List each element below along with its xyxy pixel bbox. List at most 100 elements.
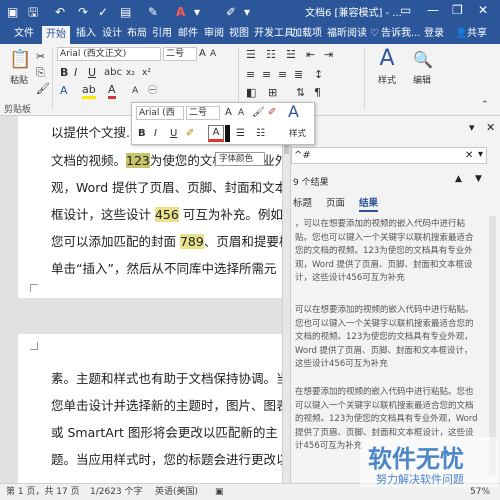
mini-styles-button[interactable]: 样式 <box>289 127 306 141</box>
mini-font-color-dropdown[interactable] <box>225 125 230 142</box>
prev-result-icon[interactable]: ▲ <box>455 174 462 184</box>
increase-indent-icon[interactable]: ⇥ <box>324 48 333 62</box>
tab-home[interactable]: 开始 <box>42 26 70 44</box>
customize-qa-icon[interactable]: ▾ <box>244 3 250 21</box>
styles-icon[interactable]: A <box>376 46 398 72</box>
mini-format-painter-icon[interactable]: 🖌 <box>252 106 265 120</box>
numbering-icon[interactable]: ☷ <box>266 48 276 62</box>
tab-headings[interactable]: 标题 <box>293 195 312 209</box>
italic-button[interactable]: I <box>74 66 77 80</box>
tab-review[interactable]: 审阅 <box>204 27 224 41</box>
tab-view[interactable]: 视图 <box>229 27 249 41</box>
font-color-button[interactable]: A <box>108 84 116 99</box>
tell-me-input[interactable]: 告诉我... <box>381 27 421 41</box>
close-icon[interactable]: ✕ <box>478 3 488 17</box>
document-icon[interactable]: ▤ <box>120 3 131 21</box>
strikethrough-button[interactable]: abc <box>104 66 122 80</box>
tab-addins[interactable]: 加载项 <box>292 27 322 41</box>
mini-bullets-icon[interactable]: ☰ <box>236 127 245 141</box>
restore-icon[interactable]: ❐ <box>452 3 463 17</box>
styles-button[interactable]: 样式 <box>374 74 400 88</box>
enclose-char-icon[interactable]: ㊀ <box>148 84 157 98</box>
shrink-font-icon[interactable]: A <box>210 47 216 61</box>
word-count[interactable]: 1/2623 个字 <box>90 484 143 500</box>
edit-button[interactable]: 编辑 <box>409 74 435 88</box>
highlight-icon[interactable]: ✐ <box>226 3 236 21</box>
next-result-icon[interactable]: ▼ <box>475 174 482 184</box>
mini-grow-font-icon[interactable]: A <box>225 106 232 120</box>
collapse-ribbon-icon[interactable]: ⌃ <box>481 98 489 112</box>
tab-references[interactable]: 引用 <box>152 27 172 41</box>
decrease-indent-icon[interactable]: ⇤ <box>306 48 315 62</box>
mini-numbering-icon[interactable]: ☷ <box>256 127 265 141</box>
tab-design[interactable]: 设计 <box>102 27 122 41</box>
language-status[interactable]: 英语(美国) <box>155 484 198 500</box>
multilevel-list-icon[interactable]: ☱ <box>286 48 296 62</box>
minimize-icon[interactable]: — <box>427 3 439 17</box>
sort-icon[interactable]: ⇅ <box>296 86 305 100</box>
show-marks-icon[interactable]: ¶ <box>314 86 321 100</box>
search-result-item[interactable]: 可以在想要添加的视频的嵌入代码中进行粘贴。您也可以键入一个关键字以联机搜索最适合… <box>291 302 487 384</box>
tab-pages[interactable]: 页面 <box>326 195 345 209</box>
macro-icon[interactable]: ▣ <box>215 484 224 500</box>
paste-button[interactable]: 粘贴 <box>4 74 34 88</box>
underline-button[interactable]: U <box>88 66 96 80</box>
undo-icon[interactable]: ↶ <box>55 3 65 21</box>
grow-font-icon[interactable]: A <box>199 47 206 61</box>
mini-styles-icon[interactable]: A <box>288 104 310 120</box>
mini-bold-button[interactable]: B <box>138 127 146 141</box>
superscript-button[interactable]: x² <box>142 66 151 80</box>
edit-icon[interactable]: 🔍 <box>413 50 433 70</box>
copy-icon[interactable]: ⎘ <box>36 66 45 80</box>
tab-foxit[interactable]: 福昕阅读 <box>327 27 367 41</box>
share-button[interactable]: 共享 <box>467 27 487 41</box>
mini-font-color-button[interactable]: A <box>208 125 224 142</box>
mini-clear-format-icon[interactable]: ✐ <box>268 106 276 120</box>
ribbon-options-icon[interactable]: ▭ <box>400 3 411 17</box>
tab-mailings[interactable]: 邮件 <box>178 27 198 41</box>
tab-developer[interactable]: 开发工具 <box>254 27 294 41</box>
line-spacing-icon[interactable]: ↕ <box>314 68 323 82</box>
dropdown-icon[interactable]: ▾ <box>194 3 200 21</box>
align-left-icon[interactable]: ≡ <box>246 68 255 82</box>
char-shading-icon[interactable]: A <box>132 84 138 98</box>
justify-icon[interactable]: ≣ <box>294 68 303 82</box>
align-center-icon[interactable]: ≡ <box>262 68 271 82</box>
search-options-icon[interactable]: ▾ <box>478 149 483 160</box>
subscript-button[interactable]: x₂ <box>126 66 135 80</box>
page-2[interactable]: 素。主题和样式也有助于文档保持协调。当 您单击设计并选择新的主题时，图片、图表 … <box>18 334 282 483</box>
align-right-icon[interactable]: ≡ <box>278 68 287 82</box>
font-size-select[interactable]: 二号 <box>163 47 197 61</box>
tab-results[interactable]: 结果 <box>359 195 379 212</box>
font-color-icon[interactable]: A <box>176 3 185 21</box>
document-area[interactable]: 以提供个文搜... 文档的视频。123为使您的文档具有专业外 观，Word 提供… <box>0 116 282 483</box>
close-pane-icon[interactable]: ✕ <box>486 121 495 134</box>
mini-font-name-select[interactable]: Arial (西 <box>136 106 184 120</box>
tab-file[interactable]: 文件 <box>14 27 34 41</box>
mini-italic-button[interactable]: I <box>154 127 157 141</box>
redo-icon[interactable]: ↷ <box>78 3 88 21</box>
bullets-icon[interactable]: ☰ <box>246 48 256 62</box>
pane-options-icon[interactable]: ▾ <box>469 121 475 134</box>
clear-search-icon[interactable]: ✕ <box>465 150 473 161</box>
tab-layout[interactable]: 布局 <box>127 27 147 41</box>
tab-insert[interactable]: 插入 <box>76 27 96 41</box>
shading-icon[interactable]: ◧ <box>246 86 256 100</box>
format-painter-icon[interactable]: 🖌 <box>36 82 50 96</box>
bold-button[interactable]: B <box>60 66 68 80</box>
save-icon[interactable]: 🖫 <box>28 3 38 21</box>
cut-icon[interactable]: ✂ <box>36 50 45 64</box>
borders-icon[interactable]: ⊞ <box>268 86 277 100</box>
paste-icon[interactable]: 📋 <box>9 48 31 72</box>
login-link[interactable]: 登录 <box>424 27 444 41</box>
search-result-item[interactable]: ，可以在想要添加的视频的嵌入代码中进行粘贴。您也可以键入一个关键字以联机搜索最适… <box>291 216 487 298</box>
search-input[interactable]: ^# <box>291 147 487 164</box>
mini-font-size-select[interactable]: 二号 <box>186 106 220 120</box>
text-effects-icon[interactable]: A <box>60 84 68 98</box>
mini-underline-button[interactable]: U <box>170 127 177 141</box>
page-count[interactable]: 第 1 页，共 17 页 <box>6 484 80 500</box>
tell-me-icon[interactable]: ♡ <box>370 27 379 41</box>
spell-icon[interactable]: ✓ <box>98 3 108 21</box>
highlight-color-icon[interactable]: ab <box>82 84 96 99</box>
share-icon[interactable]: 👤 <box>455 27 467 41</box>
